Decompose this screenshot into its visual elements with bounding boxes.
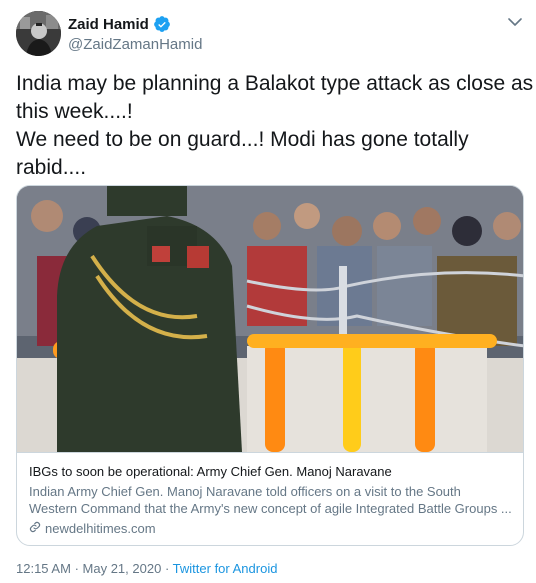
tweet-text-line: rabid.... (16, 156, 87, 179)
tweet-source[interactable]: Twitter for Android (173, 561, 278, 576)
meta-separator: · (74, 561, 79, 576)
tweet-text-line: this week....! (16, 100, 133, 123)
card-description-line: Indian Army Chief Gen. Manoj Naravane to… (29, 484, 461, 499)
author-block: Zaid Hamid @ZaidZamanHamid (68, 14, 202, 54)
tweet-text-line: We need to be on guard...! Modi has gone… (16, 128, 469, 151)
avatar[interactable] (16, 11, 61, 56)
card-domain: newdelhitimes.com (29, 520, 513, 537)
tweet-meta: 12:15 AM · May 21, 2020 · Twitter for An… (16, 561, 277, 576)
tweet-header: Zaid Hamid @ZaidZamanHamid (16, 11, 526, 57)
link-icon (29, 520, 45, 537)
author-name[interactable]: Zaid Hamid (68, 16, 149, 33)
card-domain-text: newdelhitimes.com (45, 521, 156, 536)
tweet-text-line: India may be planning a Balakot type att… (16, 72, 534, 95)
card-description: Indian Army Chief Gen. Manoj Naravane to… (29, 483, 513, 517)
author-handle[interactable]: @ZaidZamanHamid (68, 36, 202, 53)
tweet-date[interactable]: May 21, 2020 (83, 561, 162, 576)
link-card[interactable]: IBGs to soon be operational: Army Chief … (16, 185, 524, 546)
tweet: Zaid Hamid @ZaidZamanHamid India may be … (0, 0, 536, 583)
tweet-text: India may be planning a Balakot type att… (16, 70, 534, 182)
chevron-down-icon[interactable] (504, 11, 526, 33)
verified-badge-icon (153, 15, 171, 33)
card-image[interactable] (17, 186, 523, 452)
meta-separator: · (164, 561, 170, 576)
card-body[interactable]: IBGs to soon be operational: Army Chief … (17, 452, 523, 545)
card-description-line: Western Command that the Army's new conc… (29, 501, 512, 516)
tweet-time[interactable]: 12:15 AM (16, 561, 71, 576)
card-title: IBGs to soon be operational: Army Chief … (29, 464, 392, 479)
